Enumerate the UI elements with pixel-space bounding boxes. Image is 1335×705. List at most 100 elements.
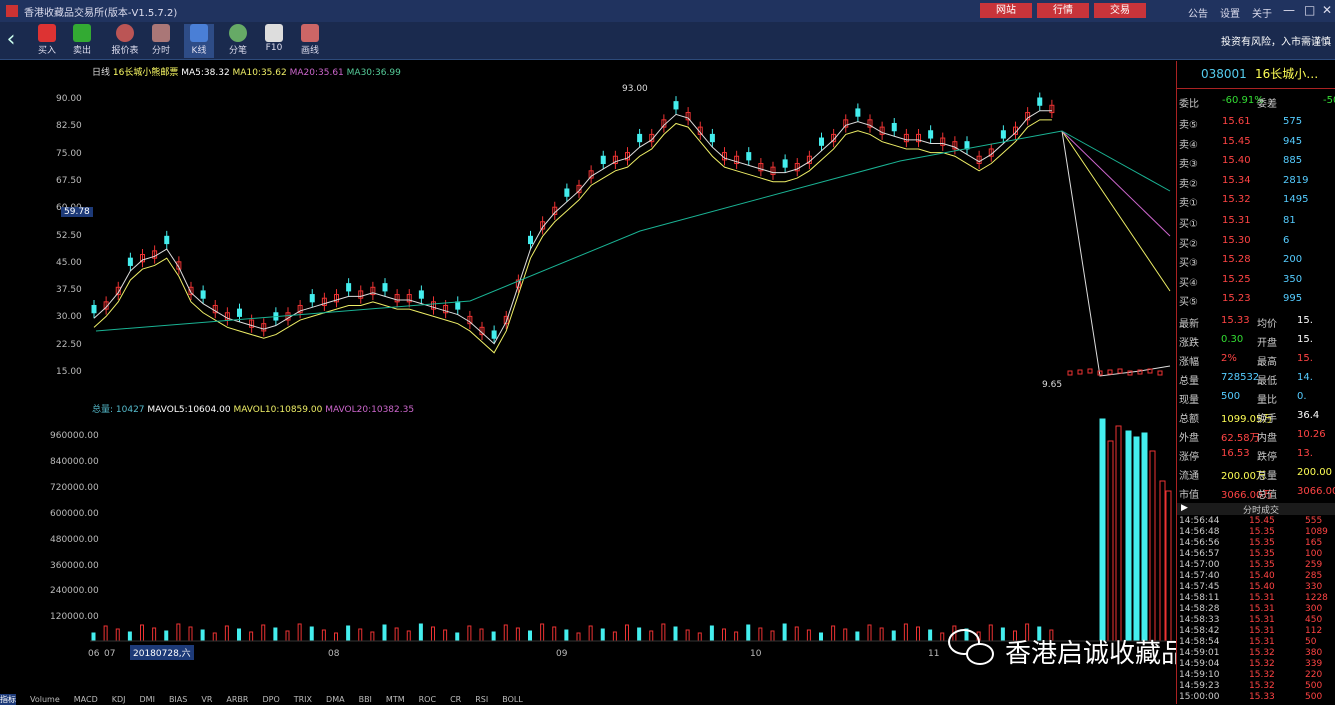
- indicator-tab[interactable]: TRIX: [294, 695, 312, 704]
- candle-body: [855, 108, 861, 117]
- sell-level-row[interactable]: 卖③ 15.40 885: [1177, 151, 1335, 170]
- tick-t: 14:56:57: [1179, 549, 1220, 559]
- indicator-tab[interactable]: ROC: [419, 695, 436, 704]
- tick-row: 14:56:56 15.35 165: [1177, 538, 1335, 549]
- play-icon[interactable]: ▶: [1181, 503, 1188, 513]
- quote-panel: 038001 16长城小… 委比 -60.91% 委差 -50 卖⑤15.615…: [1176, 61, 1335, 704]
- volume-bar: [321, 629, 326, 642]
- volume-bar: [782, 623, 787, 642]
- candle-body: [782, 159, 788, 168]
- tick-p: 15.31: [1249, 615, 1275, 625]
- f10-button[interactable]: F10: [259, 24, 289, 58]
- tick-t: 14:56:48: [1179, 527, 1220, 537]
- indicator-tab[interactable]: BBI: [359, 695, 372, 704]
- volume-bar: [237, 628, 241, 642]
- buy-button[interactable]: 买入: [32, 24, 62, 58]
- indicator-tab[interactable]: 指标: [0, 694, 16, 705]
- candle-body: [1000, 130, 1006, 139]
- trade-button[interactable]: 交易: [1094, 3, 1146, 18]
- buy-level-row[interactable]: 买⑤ 15.23 995: [1177, 289, 1335, 308]
- intraday-button[interactable]: 分时: [146, 24, 176, 58]
- ma10-line: [93, 119, 1052, 354]
- tick-t: 14:59:04: [1179, 659, 1220, 669]
- indicator-tab[interactable]: RSI: [475, 695, 488, 704]
- tick-v: 500: [1305, 692, 1323, 702]
- stat-v2: 3066.00: [1297, 486, 1335, 497]
- candle-body: [91, 304, 97, 314]
- settings-link[interactable]: 设置: [1220, 5, 1240, 20]
- draw-line-button[interactable]: 画线: [295, 24, 325, 58]
- tick-row: 14:58:28 15.31 300: [1177, 604, 1335, 615]
- buy-level-row[interactable]: 买④ 15.25 350: [1177, 270, 1335, 289]
- indicator-tab[interactable]: VR: [201, 695, 212, 704]
- close-icon[interactable]: ✕: [1322, 3, 1332, 17]
- tick-p: 15.32: [1249, 670, 1275, 680]
- candle-body: [819, 137, 824, 146]
- stat-l2: 换手: [1257, 414, 1277, 425]
- candle-body: [127, 257, 133, 266]
- sell-level-row[interactable]: 卖⑤ 15.61 575: [1177, 112, 1335, 131]
- website-button[interactable]: 网站: [980, 3, 1032, 18]
- indicator-tab[interactable]: CR: [450, 695, 461, 704]
- order-v: 2819: [1283, 174, 1309, 186]
- indicator-tab[interactable]: MTM: [386, 695, 405, 704]
- stat-l1: 现量: [1179, 395, 1199, 406]
- minimize-icon[interactable]: —: [1283, 3, 1295, 17]
- volume-bar: [637, 627, 642, 642]
- sell-level-row[interactable]: 卖② 15.34 2819: [1177, 171, 1335, 190]
- sell-button[interactable]: 卖出: [67, 24, 97, 58]
- tick-v: 339: [1305, 659, 1323, 669]
- buy-level-row[interactable]: 买③ 15.28 200: [1177, 250, 1335, 269]
- about-link[interactable]: 关于: [1252, 5, 1272, 20]
- stat-row: 外盘 62.58万 内盘 10.26: [1177, 425, 1335, 444]
- volume-bar: [1115, 425, 1122, 642]
- sell-level-row[interactable]: 卖① 15.32 1495: [1177, 190, 1335, 209]
- tick-row: 14:58:11 15.31 1228: [1177, 593, 1335, 604]
- indicator-tab[interactable]: DPO: [262, 695, 279, 704]
- candle-body: [891, 122, 897, 132]
- volume-bar: [309, 626, 314, 642]
- order-l: 买①: [1179, 219, 1198, 230]
- tick-t: 14:57:40: [1179, 571, 1220, 581]
- indicator-tab[interactable]: BOLL: [502, 695, 523, 704]
- volume-bar: [916, 626, 920, 642]
- tick-p: 15.31: [1249, 637, 1275, 647]
- window-title: 香港收藏品交易所(版本-V1.5.7.2): [24, 7, 178, 19]
- buy-level-row[interactable]: 买① 15.31 81: [1177, 211, 1335, 230]
- volume-bar: [722, 628, 726, 642]
- volume-bar: [661, 623, 666, 642]
- indicator-tab[interactable]: Volume: [30, 695, 60, 704]
- volume-bar: [1149, 450, 1156, 642]
- notice-link[interactable]: 公告: [1188, 5, 1208, 20]
- order-v: 200: [1283, 254, 1303, 266]
- back-arrow-icon[interactable]: ‹: [0, 22, 22, 60]
- restore-icon[interactable]: □: [1304, 3, 1315, 17]
- tick-v: 259: [1305, 560, 1323, 570]
- volume-bar: [164, 630, 169, 642]
- volume-bar: [503, 624, 508, 642]
- stat-row: 涨跌 0.30 开盘 15.: [1177, 330, 1335, 349]
- indicator-tab[interactable]: DMA: [326, 695, 345, 704]
- market-button[interactable]: 行情: [1037, 3, 1089, 18]
- tick-p: 15.31: [1249, 593, 1275, 603]
- indicator-tab[interactable]: MACD: [74, 695, 98, 704]
- stat-l2: 最高: [1257, 357, 1277, 368]
- kline-chart-area[interactable]: 日线 16长城小熊邮票 MA5:38.32 MA10:35.62 MA20:35…: [0, 61, 1239, 704]
- sell-level-row[interactable]: 卖④ 15.45 945: [1177, 132, 1335, 151]
- candle-body: [491, 330, 497, 339]
- tick-v: 165: [1305, 538, 1323, 548]
- order-p: 15.45: [1222, 135, 1251, 147]
- candle-body: [673, 101, 679, 110]
- indicator-tab[interactable]: KDJ: [112, 695, 126, 704]
- volume-bar: [1159, 480, 1166, 642]
- ticks-button[interactable]: 分笔: [223, 24, 253, 58]
- stat-l1: 最新: [1179, 319, 1199, 330]
- indicator-tab[interactable]: ARBR: [226, 695, 248, 704]
- kline-button[interactable]: K线: [184, 24, 214, 58]
- quote-table-button[interactable]: 报价表: [109, 24, 141, 58]
- volume-bar: [1141, 432, 1148, 642]
- indicator-tab[interactable]: BIAS: [169, 695, 187, 704]
- order-v: 995: [1283, 293, 1303, 305]
- indicator-tab[interactable]: DMI: [140, 695, 155, 704]
- buy-level-row[interactable]: 买② 15.30 6: [1177, 231, 1335, 250]
